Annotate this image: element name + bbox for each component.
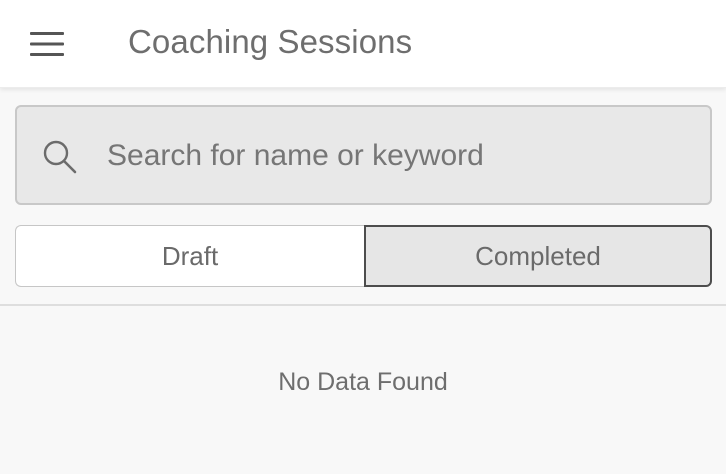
- empty-state-message: No Data Found: [278, 368, 448, 396]
- hamburger-menu-icon: [30, 32, 64, 56]
- tab-completed-label: Completed: [475, 240, 601, 271]
- status-segmented-control: Draft Completed: [15, 225, 712, 287]
- tab-draft-label: Draft: [161, 240, 219, 271]
- page-title: Coaching Sessions: [128, 23, 413, 60]
- menu-button[interactable]: [22, 20, 78, 68]
- tab-completed[interactable]: Completed: [364, 225, 712, 287]
- app-screen: Coaching Sessions Draft Completed No Dat…: [0, 0, 726, 474]
- app-bar: Coaching Sessions: [0, 0, 726, 88]
- search-input[interactable]: [107, 127, 697, 185]
- tab-draft[interactable]: Draft: [15, 225, 364, 287]
- divider: [0, 304, 726, 306]
- search-icon: [43, 140, 77, 174]
- search-box[interactable]: [15, 105, 712, 205]
